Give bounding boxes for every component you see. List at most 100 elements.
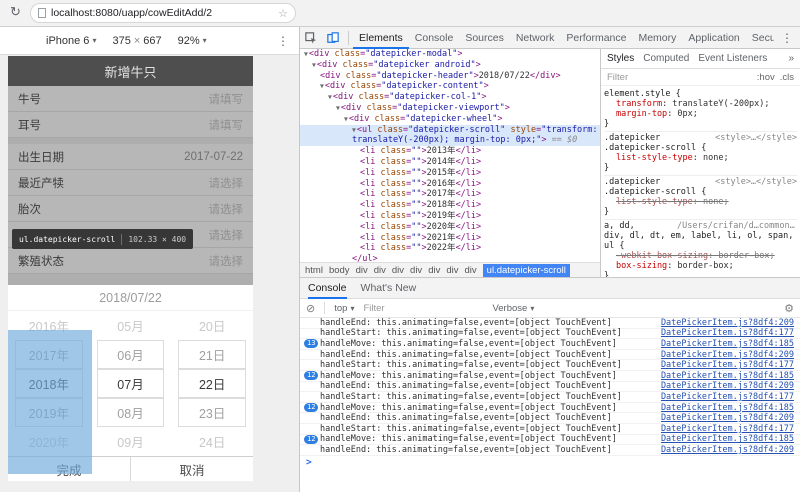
- month-option[interactable]: 05月: [90, 311, 172, 340]
- breadcrumb-item[interactable]: div: [356, 265, 368, 276]
- day-option[interactable]: 22日: [178, 369, 247, 398]
- style-selector[interactable]: .datepicker: [604, 133, 660, 143]
- device-toolbar-more-icon[interactable]: ⋮: [277, 34, 289, 48]
- dom-tree-node[interactable]: ▼<div class="datepicker-col-1">: [300, 92, 600, 103]
- style-selector[interactable]: a, dd,: [604, 221, 635, 231]
- dom-tree-node[interactable]: ▼<div class="datepicker android">: [300, 60, 600, 71]
- dom-tree-node[interactable]: </ul>: [300, 254, 600, 262]
- dom-tree-node[interactable]: <div class="datepicker-header">2018/07/2…: [300, 71, 600, 82]
- dom-tree-node[interactable]: <li class="">2014年</li>: [300, 157, 600, 168]
- dom-tree-node[interactable]: ▼<div class="datepicker-wheel">: [300, 114, 600, 125]
- inspect-element-icon[interactable]: [303, 30, 319, 46]
- source-location-link[interactable]: DatePickerItem.js?8df4:177: [661, 360, 794, 370]
- device-select[interactable]: iPhone 6 ▾: [46, 35, 96, 47]
- console-log-row[interactable]: 12 handleMove: this.animating=false,event…: [300, 371, 800, 382]
- sidebar-tab-computed[interactable]: Computed: [643, 53, 689, 64]
- toggle-classes[interactable]: .cls: [780, 72, 794, 83]
- field-value[interactable]: 请选择: [209, 201, 244, 217]
- console-log-row[interactable]: 12 handleMove: this.animating=false,event…: [300, 434, 800, 446]
- form-row[interactable]: 胎次 请选择: [8, 196, 253, 222]
- tab-network[interactable]: Network: [510, 27, 561, 49]
- dom-tree-node[interactable]: <li class="">2021年</li>: [300, 233, 600, 244]
- sidebar-tab-styles[interactable]: Styles: [607, 53, 634, 64]
- console-log-row[interactable]: handleEnd: this.animating=false,event=[o…: [300, 413, 800, 424]
- toggle-hover-state[interactable]: :hov: [757, 72, 775, 83]
- field-value[interactable]: 请选择: [209, 227, 244, 243]
- styles-filter-input[interactable]: Filter: [607, 72, 628, 83]
- breadcrumb-item[interactable]: div: [374, 265, 386, 276]
- devtools-menu-icon[interactable]: ⋮: [774, 31, 800, 45]
- breadcrumb-item-selected[interactable]: ul.datepicker-scroll: [482, 263, 570, 277]
- console-log-row[interactable]: handleStart: this.animating=false,event=…: [300, 424, 800, 435]
- console-log-row[interactable]: handleStart: this.animating=false,event=…: [300, 328, 800, 340]
- month-option[interactable]: 07月: [96, 369, 165, 398]
- form-row[interactable]: 最近产犊 请选择: [8, 170, 253, 196]
- tab-console[interactable]: Console: [409, 27, 460, 49]
- dom-tree-node[interactable]: <li class="">2015年</li>: [300, 168, 600, 179]
- style-selector[interactable]: div, dl, dt, em, label, li, ol, span,: [604, 231, 793, 241]
- field-value[interactable]: 2017-07-22: [184, 151, 243, 163]
- drawer-tab-what-s-new[interactable]: What's New: [361, 278, 417, 299]
- console-settings-icon[interactable]: ⚙: [784, 302, 794, 315]
- style-property[interactable]: list-style-type: none;: [604, 197, 797, 207]
- dom-tree-node[interactable]: ▼<div class="datepicker-modal">: [300, 49, 600, 60]
- breadcrumb-item[interactable]: body: [329, 265, 350, 276]
- clear-console-icon[interactable]: ⊘: [306, 302, 315, 315]
- breadcrumb-item[interactable]: div: [410, 265, 422, 276]
- style-source-link[interactable]: /Users/crifan/d…common.less:90: [677, 221, 797, 231]
- style-selector[interactable]: .datepicker-scroll {: [604, 187, 706, 197]
- console-prompt[interactable]: >: [300, 456, 800, 469]
- dom-tree-node[interactable]: <li class="">2018年</li>: [300, 200, 600, 211]
- source-location-link[interactable]: DatePickerItem.js?8df4:185: [661, 403, 794, 413]
- day-option[interactable]: 24日: [171, 427, 253, 456]
- drawer-tab-console[interactable]: Console: [308, 278, 347, 299]
- dom-tree-node[interactable]: <li class="">2017年</li>: [300, 189, 600, 200]
- dom-tree-node[interactable]: <li class="">2019年</li>: [300, 211, 600, 222]
- source-location-link[interactable]: DatePickerItem.js?8df4:185: [661, 434, 794, 444]
- breadcrumb-item[interactable]: div: [428, 265, 440, 276]
- style-source-link[interactable]: <style>…</style>: [715, 133, 797, 143]
- source-location-link[interactable]: DatePickerItem.js?8df4:185: [661, 339, 794, 349]
- style-property[interactable]: list-style-type: none;: [604, 153, 797, 163]
- source-location-link[interactable]: DatePickerItem.js?8df4:209: [661, 413, 794, 423]
- style-selector[interactable]: .datepicker-scroll {: [604, 143, 706, 153]
- style-source-link[interactable]: <style>…</style>: [715, 177, 797, 187]
- dom-tree-node[interactable]: ▼<ul class="datepicker-scroll" style="tr…: [300, 124, 600, 147]
- sidebar-tab-event-listeners[interactable]: Event Listeners: [698, 53, 767, 64]
- style-property[interactable]: transform: translateY(-200px);: [604, 99, 797, 109]
- console-log-row[interactable]: 12 handleMove: this.animating=false,event…: [300, 403, 800, 414]
- breadcrumb-item[interactable]: div: [465, 265, 477, 276]
- tab-security[interactable]: Security: [746, 27, 774, 49]
- form-row[interactable]: 出生日期 2017-07-22: [8, 144, 253, 170]
- style-property[interactable]: margin-top: 0px;: [604, 109, 797, 119]
- form-row[interactable]: 牛号 请填写: [8, 86, 253, 112]
- source-location-link[interactable]: DatePickerItem.js?8df4:185: [661, 371, 794, 381]
- source-location-link[interactable]: DatePickerItem.js?8df4:209: [661, 381, 794, 391]
- console-log-row[interactable]: 13 handleMove: this.animating=false,event…: [300, 339, 800, 350]
- dom-tree-node[interactable]: ▼<div class="datepicker-content">: [300, 81, 600, 92]
- breadcrumb-item[interactable]: div: [392, 265, 404, 276]
- dom-tree-node[interactable]: ▼<div class="datepicker-viewport">: [300, 103, 600, 114]
- tab-application[interactable]: Application: [682, 27, 745, 49]
- console-log-row[interactable]: handleStart: this.animating=false,event=…: [300, 360, 800, 371]
- source-location-link[interactable]: DatePickerItem.js?8df4:177: [661, 424, 794, 434]
- field-value[interactable]: 请填写: [209, 117, 244, 133]
- form-row[interactable]: 耳号 请填写: [8, 112, 253, 138]
- source-location-link[interactable]: DatePickerItem.js?8df4:177: [661, 328, 794, 338]
- overflow-tabs-icon[interactable]: »: [788, 53, 794, 64]
- breadcrumb-item[interactable]: html: [305, 265, 323, 276]
- tab-elements[interactable]: Elements: [353, 27, 409, 49]
- month-option[interactable]: 08月: [96, 398, 165, 427]
- console-log-row[interactable]: handleEnd: this.animating=false,event=[o…: [300, 381, 800, 393]
- month-option[interactable]: 09月: [90, 427, 172, 456]
- source-location-link[interactable]: DatePickerItem.js?8df4:209: [661, 445, 794, 455]
- field-value[interactable]: 请选择: [209, 175, 244, 191]
- console-log-row[interactable]: handleEnd: this.animating=false,event=[o…: [300, 445, 800, 456]
- source-location-link[interactable]: DatePickerItem.js?8df4:177: [661, 392, 794, 402]
- breadcrumb-item[interactable]: div: [446, 265, 458, 276]
- address-bar[interactable]: localhost:8080/uapp/cowEditAdd/2 ☆: [30, 3, 296, 23]
- style-property[interactable]: -webkit-box-sizing: border-box;: [604, 251, 797, 261]
- style-selector[interactable]: element.style {: [604, 89, 681, 99]
- day-option[interactable]: 20日: [171, 311, 253, 340]
- tab-memory[interactable]: Memory: [632, 27, 682, 49]
